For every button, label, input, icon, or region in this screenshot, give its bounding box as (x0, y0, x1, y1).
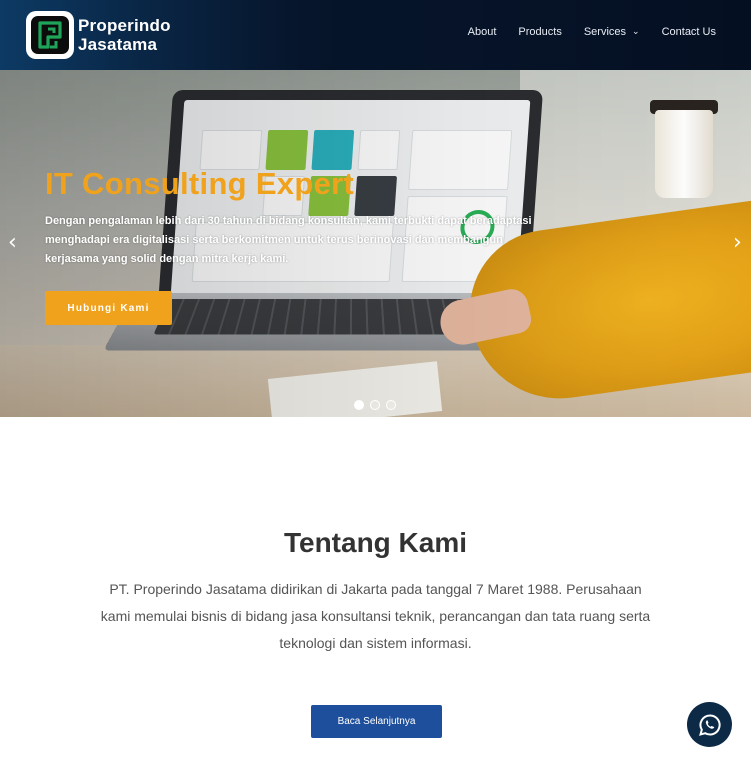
nav-contact-us[interactable]: Contact Us (662, 26, 716, 38)
logo-line-2: Jasatama (78, 35, 158, 54)
chevron-down-icon: ⌄ (632, 25, 640, 36)
logo-text: Properindo Jasatama (78, 16, 171, 54)
slider-dot-3[interactable] (386, 400, 396, 410)
site-header: Properindo Jasatama About Products Servi… (0, 0, 751, 70)
chevron-left-icon[interactable]: ‹ (8, 232, 17, 254)
slider-dot-2[interactable] (370, 400, 380, 410)
logo-mark-icon (26, 11, 74, 59)
hero-title: IT Consulting Expert (45, 166, 355, 201)
chevron-right-icon[interactable]: › (733, 232, 742, 254)
slider-dot-1[interactable] (354, 400, 364, 410)
main-nav: About Products Services ⌄ Contact Us (446, 25, 716, 39)
whatsapp-chat-icon (698, 713, 721, 736)
logo[interactable]: Properindo Jasatama (26, 11, 171, 59)
hero-description: Dengan pengalaman lebih dari 30 tahun di… (45, 215, 532, 265)
nav-products[interactable]: Products (518, 26, 561, 38)
read-more-button[interactable]: Baca Selanjutnya (311, 705, 442, 738)
nav-contact-label: Contact Us (661, 26, 716, 38)
nav-services-label: Services (583, 26, 627, 38)
about-text: PT. Properindo Jasatama didirikan di Jak… (100, 581, 651, 651)
nav-about-label: About (467, 26, 497, 38)
nav-services[interactable]: Services ⌄ (583, 25, 640, 39)
slider-dots (354, 400, 402, 410)
contact-us-button[interactable]: Hubungi Kami (45, 291, 172, 325)
logo-line-1: Properindo (78, 16, 171, 35)
nav-about[interactable]: About (468, 26, 497, 38)
hero-slider: IT Consulting Expert Dengan pengalaman l… (0, 70, 751, 417)
whatsapp-chat-button[interactable] (687, 702, 732, 747)
nav-products-label: Products (518, 26, 562, 38)
about-title: Tentang Kami (283, 527, 468, 558)
